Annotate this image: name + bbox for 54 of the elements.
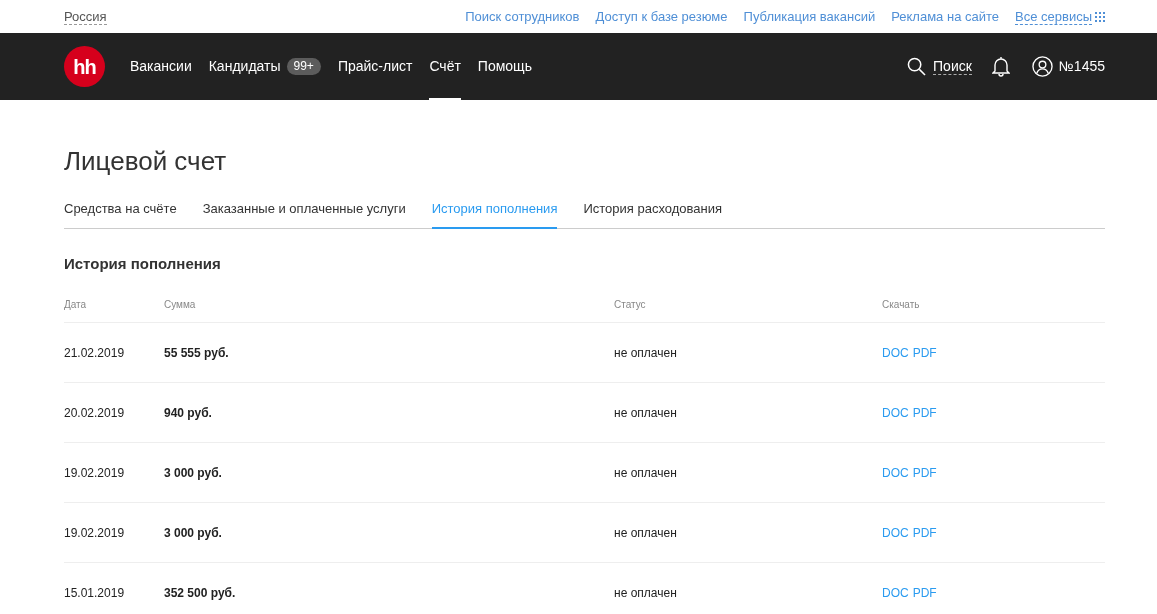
tab[interactable]: Средства на счёте	[64, 199, 177, 229]
tab[interactable]: История пополнения	[431, 199, 558, 229]
date-cell-text: 19.02.2019	[64, 464, 126, 482]
region-link[interactable]: Россия	[64, 8, 107, 25]
nav-link[interactable]: Помощь	[477, 33, 532, 100]
status-cell-text: не оплачен	[614, 524, 678, 542]
date-cell-text: 19.02.2019	[64, 524, 126, 542]
user-icon[interactable]	[1031, 56, 1053, 77]
nav-link[interactable]: Прайс-лист	[337, 33, 413, 100]
column-header: Статус	[614, 298, 647, 312]
nav-link[interactable]: Кандидаты 99+	[208, 33, 321, 100]
download-link[interactable]: DOC	[882, 343, 909, 362]
search-link[interactable]: Поиск	[933, 58, 972, 75]
date-cell-text: 21.02.2019	[64, 344, 126, 362]
status-cell-text: не оплачен	[614, 464, 678, 482]
nav-link[interactable]: Счёт	[429, 33, 461, 100]
download-link[interactable]: DOC	[882, 403, 909, 422]
date-cell-text: 15.01.2019	[64, 584, 126, 602]
section-title: История пополнения	[64, 253, 222, 274]
tab[interactable]: История расходования	[583, 199, 722, 229]
amount-cell-text: 352 500 руб.	[164, 584, 237, 602]
page-title: Лицевой счет	[64, 145, 228, 177]
tab[interactable]: Заказанные и оплаченные услуги	[202, 199, 406, 229]
service-link[interactable]: Доступ к базе резюме	[595, 6, 728, 27]
grid-icon	[1095, 11, 1105, 22]
amount-cell-text: 940 руб.	[164, 404, 213, 422]
service-link[interactable]: Публикация вакансий	[743, 6, 876, 27]
logo[interactable]: hh	[64, 46, 105, 87]
account-link[interactable]: №1455	[1058, 56, 1105, 77]
column-header: Дата	[64, 298, 88, 312]
column-header: Скачать	[882, 298, 921, 312]
download-link[interactable]: DOC	[882, 523, 909, 542]
amount-cell-text: 55 555 руб.	[164, 344, 230, 362]
all-services-link[interactable]: Все сервисы	[1015, 8, 1105, 25]
service-link[interactable]: Реклама на сайте	[891, 6, 999, 27]
service-link[interactable]: Поиск сотрудников	[465, 6, 580, 27]
download-link[interactable]: PDF	[912, 583, 937, 602]
download-link[interactable]: DOC	[882, 463, 909, 482]
download-link[interactable]: PDF	[912, 403, 937, 422]
status-cell-text: не оплачен	[614, 344, 678, 362]
download-link[interactable]: PDF	[912, 463, 937, 482]
search-icon[interactable]	[907, 57, 927, 76]
status-cell-text: не оплачен	[614, 404, 678, 422]
download-link[interactable]: DOC	[882, 583, 909, 602]
bell-icon[interactable]	[991, 56, 1010, 77]
download-link[interactable]: PDF	[912, 523, 937, 542]
date-cell-text: 20.02.2019	[64, 404, 126, 422]
column-header: Сумма	[164, 298, 197, 312]
nav-link[interactable]: Вакансии	[130, 33, 192, 100]
amount-cell-text: 3 000 руб.	[164, 524, 223, 542]
amount-cell-text: 3 000 руб.	[164, 464, 223, 482]
status-cell-text: не оплачен	[614, 584, 678, 602]
count-badge: 99+	[286, 58, 321, 75]
download-link[interactable]: PDF	[912, 343, 937, 362]
